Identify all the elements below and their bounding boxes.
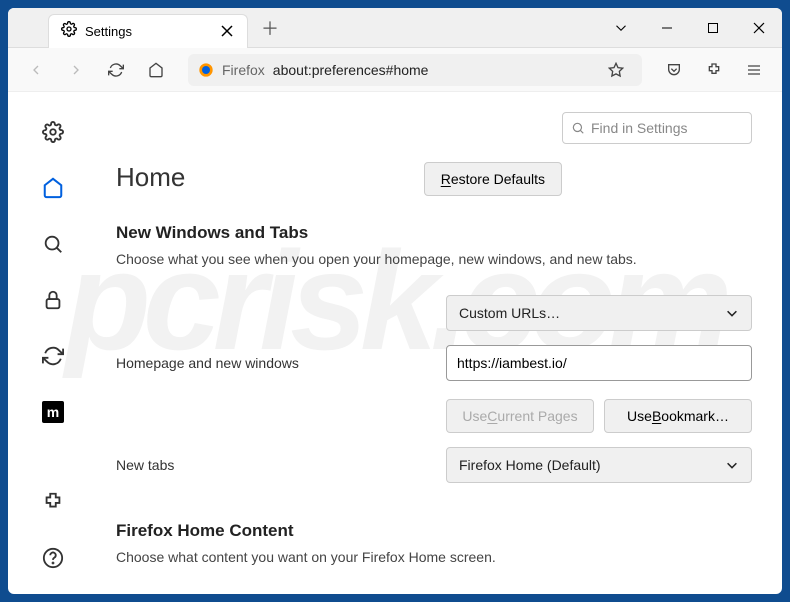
use-bookmark-button[interactable]: Use Bookmark… (604, 399, 752, 433)
homepage-mode-select[interactable]: Custom URLs… (446, 295, 752, 331)
close-icon[interactable] (219, 23, 235, 39)
close-button[interactable] (736, 8, 782, 48)
section-new-windows-desc: Choose what you see when you open your h… (116, 251, 752, 267)
newtabs-label: New tabs (116, 457, 446, 473)
extensions-button[interactable] (698, 54, 730, 86)
homepage-url-input[interactable] (446, 345, 752, 381)
newtabs-value: Firefox Home (Default) (459, 457, 601, 473)
sidebar-item-search[interactable] (37, 228, 69, 260)
search-icon (571, 121, 585, 135)
use-current-pages-button[interactable]: Use Current Pages (446, 399, 594, 433)
tab-title: Settings (85, 24, 211, 39)
toolbar: Firefox about:preferences#home (8, 48, 782, 92)
section-home-content-desc: Choose what content you want on your Fir… (116, 549, 752, 565)
firefox-icon (198, 62, 214, 78)
newtabs-select[interactable]: Firefox Home (Default) (446, 447, 752, 483)
forward-button[interactable] (60, 54, 92, 86)
restore-defaults-button[interactable]: Restore Defaults (424, 162, 562, 196)
urlbar-value: about:preferences#home (273, 62, 592, 78)
reload-button[interactable] (100, 54, 132, 86)
browser-tab[interactable]: Settings (48, 14, 248, 48)
settings-main: Find in Settings Restore Defaults Home N… (98, 92, 782, 594)
titlebar: Settings ＋ (8, 8, 782, 48)
section-home-content-heading: Firefox Home Content (116, 521, 752, 541)
sidebar-item-privacy[interactable] (37, 284, 69, 316)
bookmark-star-icon[interactable] (600, 54, 632, 86)
maximize-button[interactable] (690, 8, 736, 48)
home-button[interactable] (140, 54, 172, 86)
sidebar-item-home[interactable] (37, 172, 69, 204)
chevron-down-icon (725, 306, 739, 320)
gear-icon (61, 21, 77, 42)
back-button[interactable] (20, 54, 52, 86)
homepage-mode-value: Custom URLs… (459, 305, 560, 321)
homepage-label: Homepage and new windows (116, 355, 446, 371)
menu-button[interactable] (738, 54, 770, 86)
sidebar-item-sync[interactable] (37, 340, 69, 372)
minimize-button[interactable] (644, 8, 690, 48)
url-bar[interactable]: Firefox about:preferences#home (188, 54, 642, 86)
urlbar-prefix: Firefox (222, 62, 265, 78)
mozilla-icon: m (42, 401, 64, 423)
sidebar-item-more[interactable]: m (37, 396, 69, 428)
sidebar-item-help[interactable] (37, 542, 69, 574)
sidebar-item-extensions[interactable] (37, 486, 69, 518)
search-placeholder: Find in Settings (591, 120, 688, 136)
settings-sidebar: m (8, 92, 98, 594)
settings-search-input[interactable]: Find in Settings (562, 112, 752, 144)
page-title: Home (116, 162, 424, 193)
new-tab-button[interactable]: ＋ (256, 14, 284, 42)
tab-dropdown-button[interactable] (598, 8, 644, 48)
chevron-down-icon (725, 458, 739, 472)
pocket-button[interactable] (658, 54, 690, 86)
section-new-windows-heading: New Windows and Tabs (116, 223, 752, 243)
sidebar-item-general[interactable] (37, 116, 69, 148)
